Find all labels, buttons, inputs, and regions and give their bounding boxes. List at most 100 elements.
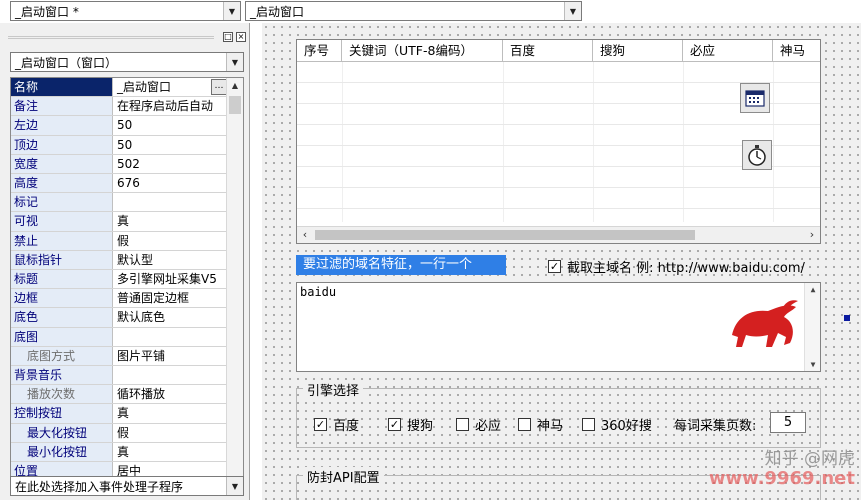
- property-row[interactable]: 备注 在程序启动后自动: [11, 97, 227, 117]
- watermark-line1: 知乎 @网虎: [764, 448, 855, 469]
- property-value[interactable]: 676: [113, 174, 227, 192]
- property-value[interactable]: 假: [113, 232, 227, 250]
- chevron-down-icon[interactable]: ▼: [226, 53, 243, 71]
- property-row[interactable]: 标记: [11, 193, 227, 213]
- chevron-down-icon[interactable]: ▼: [226, 477, 243, 495]
- property-value[interactable]: 多引擎网址采集V5: [113, 270, 227, 288]
- property-row[interactable]: 左边 50: [11, 116, 227, 136]
- table-column-header[interactable]: 百度: [503, 40, 593, 62]
- property-value[interactable]: 在程序启动后自动: [113, 97, 227, 115]
- property-row[interactable]: 高度 676: [11, 174, 227, 194]
- engine-checkbox[interactable]: ✓: [314, 418, 327, 431]
- property-row[interactable]: 背景音乐: [11, 366, 227, 386]
- table-row[interactable]: [297, 167, 820, 188]
- property-row[interactable]: 底图方式 图片平铺: [11, 346, 227, 366]
- property-row[interactable]: 底图: [11, 327, 227, 347]
- property-name: 播放次数: [11, 385, 113, 404]
- property-row[interactable]: 宽度 502: [11, 154, 227, 174]
- property-value[interactable]: 真: [113, 212, 227, 230]
- filter-domain-textarea[interactable]: baidu ▲ ▼: [296, 282, 821, 372]
- property-row[interactable]: 边框 普通固定边框: [11, 289, 227, 309]
- pages-per-keyword-label: 每词采集页数:: [674, 419, 757, 434]
- property-row[interactable]: 最大化按钮假: [11, 423, 227, 443]
- event-handler-combo[interactable]: 在此处选择加入事件处理子程序 ▼: [10, 476, 244, 496]
- property-value[interactable]: 默认型: [113, 251, 227, 269]
- property-value[interactable]: 真: [113, 404, 227, 422]
- table-hscrollbar[interactable]: ‹ ›: [297, 226, 820, 243]
- property-value[interactable]: 502: [113, 155, 227, 173]
- chevron-left-icon[interactable]: ‹: [297, 227, 313, 243]
- scroll-down-icon[interactable]: ▼: [805, 360, 821, 369]
- ellipsis-button[interactable]: …: [211, 79, 227, 95]
- property-value[interactable]: 假: [113, 424, 227, 442]
- object-type-combo[interactable]: _启动窗口（窗口） ▼: [10, 52, 244, 72]
- panel-header: □ ×: [0, 29, 250, 45]
- chevron-down-icon[interactable]: ▼: [564, 2, 581, 20]
- scroll-up-icon[interactable]: ▲: [227, 78, 243, 94]
- engine-option[interactable]: 神马: [518, 415, 563, 434]
- property-value[interactable]: 普通固定边框: [113, 289, 227, 307]
- property-row[interactable]: 最小化按钮真: [11, 442, 227, 462]
- property-value[interactable]: [113, 328, 227, 346]
- panel-grip: [8, 35, 214, 39]
- textarea-scrollbar[interactable]: ▲ ▼: [804, 283, 820, 371]
- stopwatch-icon[interactable]: [742, 140, 772, 170]
- property-row[interactable]: 顶边 50: [11, 135, 227, 155]
- engine-checkbox[interactable]: [518, 418, 531, 431]
- object-selector-combo[interactable]: _启动窗口 ▼: [245, 1, 582, 21]
- property-value[interactable]: _启动窗口: [113, 78, 227, 96]
- property-row[interactable]: 标题 多引擎网址采集V5: [11, 270, 227, 290]
- table-column-header[interactable]: 搜狗: [593, 40, 683, 62]
- engine-option[interactable]: ✓ 搜狗: [388, 415, 433, 434]
- chevron-right-icon[interactable]: ›: [804, 227, 820, 243]
- property-value[interactable]: 真: [113, 443, 227, 461]
- property-name: 宽度: [11, 154, 113, 173]
- chevron-down-icon[interactable]: ▼: [223, 2, 240, 20]
- engine-option[interactable]: 360好搜: [582, 415, 652, 434]
- red-bull-logo: [732, 300, 798, 347]
- main-domain-checkbox[interactable]: ✓: [548, 259, 561, 273]
- table-column-header[interactable]: 神马: [773, 40, 820, 62]
- property-value[interactable]: 默认底色: [113, 308, 227, 326]
- hscroll-thumb[interactable]: [315, 230, 695, 240]
- property-panel: □ × _启动窗口（窗口） ▼ 名称 _启动窗口… 备注 在程序启动后自动 左边 50 顶边…: [0, 23, 250, 500]
- property-row[interactable]: 鼠标指针 默认型: [11, 250, 227, 270]
- close-icon[interactable]: ×: [236, 32, 246, 42]
- property-row[interactable]: 禁止假: [11, 231, 227, 251]
- property-row[interactable]: 播放次数 循环播放: [11, 385, 227, 405]
- engine-checkbox[interactable]: ✓: [388, 418, 401, 431]
- property-value[interactable]: 图片平铺: [113, 347, 227, 365]
- table-row[interactable]: [297, 188, 820, 209]
- main-domain-option[interactable]: ✓ 截取主域名 例: http://www.baidu.com/: [548, 256, 805, 276]
- table-column-header[interactable]: 必应: [683, 40, 773, 62]
- property-name: 顶边: [11, 135, 113, 154]
- property-value[interactable]: 50: [113, 116, 227, 134]
- table-column-header[interactable]: 关键词（UTF-8编码）: [342, 40, 503, 62]
- form-designer-canvas: 序号 关键词（UTF-8编码） 百度 搜狗 必应 神马 ‹ › 要过滤的域名特征，一行一个…: [262, 23, 861, 500]
- property-value[interactable]: 50: [113, 136, 227, 154]
- form-selector-combo[interactable]: _启动窗口 * ▼: [10, 1, 241, 21]
- property-value[interactable]: [113, 366, 227, 384]
- property-name: 底图: [11, 327, 113, 346]
- property-value[interactable]: 循环播放: [113, 385, 227, 403]
- property-row[interactable]: 控制按钮真: [11, 404, 227, 424]
- engine-option[interactable]: ✓ 百度: [314, 415, 359, 434]
- calendar-icon[interactable]: [740, 83, 770, 113]
- scroll-up-icon[interactable]: ▲: [805, 285, 821, 294]
- main-domain-label: 截取主域名 例: http://www.baidu.com/: [567, 260, 805, 276]
- scroll-thumb[interactable]: [229, 96, 241, 114]
- pages-per-keyword-input[interactable]: 5: [770, 412, 806, 433]
- property-row[interactable]: 名称 _启动窗口…: [11, 78, 227, 98]
- resize-handle-right[interactable]: [844, 315, 850, 321]
- watermark: 知乎 @网虎 www.9969.net: [709, 448, 855, 490]
- engine-option[interactable]: 必应: [456, 415, 501, 434]
- property-row[interactable]: 可视真: [11, 212, 227, 232]
- property-row[interactable]: 底色 默认底色: [11, 308, 227, 328]
- engine-checkbox[interactable]: [582, 418, 595, 431]
- table-column-header[interactable]: 序号: [297, 40, 342, 62]
- pin-icon[interactable]: □: [223, 32, 233, 42]
- engine-checkbox[interactable]: [456, 418, 469, 431]
- property-scrollbar[interactable]: ▲ ▼: [226, 78, 243, 492]
- table-row[interactable]: [297, 62, 820, 83]
- property-value[interactable]: [113, 193, 227, 211]
